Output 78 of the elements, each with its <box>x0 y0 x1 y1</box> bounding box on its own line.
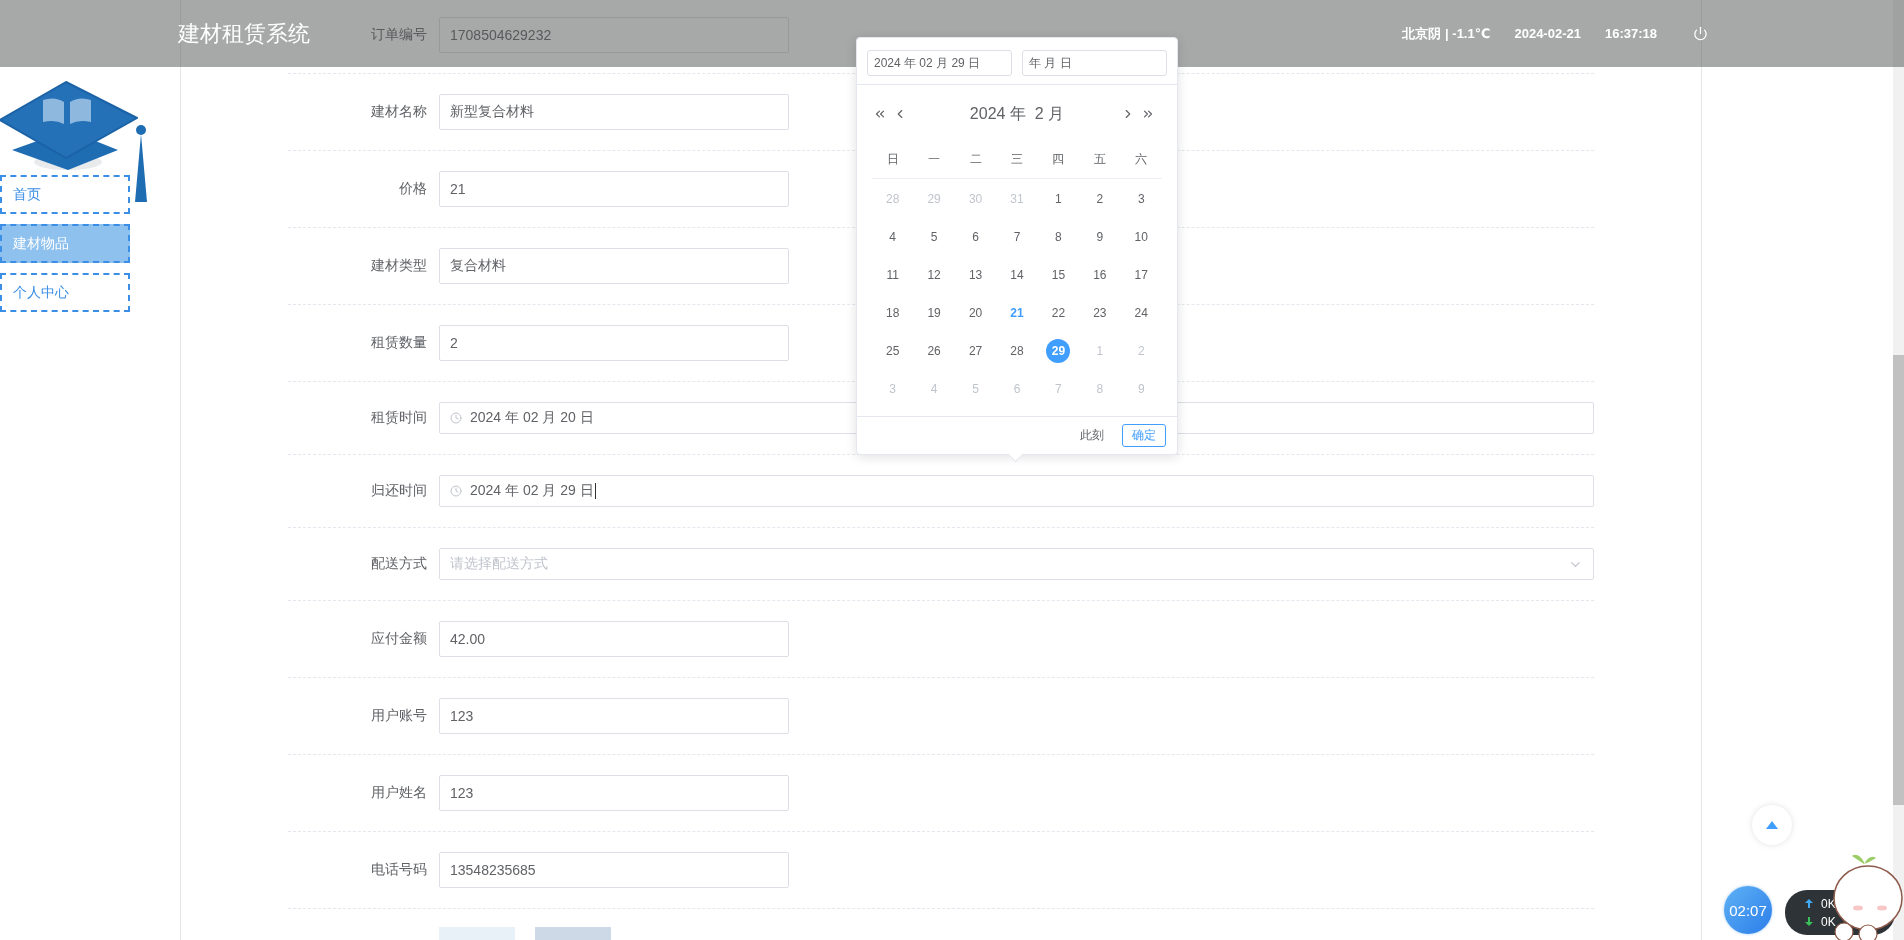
calendar-day[interactable]: 7 <box>1005 225 1029 249</box>
calendar-day[interactable]: 15 <box>1046 263 1071 287</box>
field-label: 应付金额 <box>371 630 427 648</box>
calendar-day[interactable]: 10 <box>1129 225 1154 249</box>
calendar-day[interactable]: 18 <box>880 301 905 325</box>
now-link[interactable]: 此刻 <box>1080 427 1104 444</box>
download-speed: 0K <box>1821 914 1836 929</box>
weekday-label: 二 <box>968 151 983 168</box>
field-label: 租赁时间 <box>371 409 427 427</box>
upload-speed: 0K <box>1821 896 1836 911</box>
triangle-up-icon <box>1766 821 1778 829</box>
double-right-icon[interactable] <box>1141 107 1155 121</box>
sidebar-item[interactable]: 个人中心 <box>0 273 130 312</box>
calendar-day[interactable]: 12 <box>922 263 947 287</box>
input-field[interactable]: 123 <box>439 775 789 811</box>
calendar-day[interactable]: 20 <box>963 301 988 325</box>
weekday-label: 四 <box>1051 151 1066 168</box>
calendar-day[interactable]: 27 <box>963 339 988 363</box>
date-text: 2024-02-21 <box>1514 26 1581 41</box>
calendar-day[interactable]: 8 <box>1046 225 1071 249</box>
weather-text: 北京阴 | -1.1℃ <box>1402 24 1491 43</box>
input-field[interactable]: 21 <box>439 171 789 207</box>
input-field[interactable]: 42.00 <box>439 621 789 657</box>
time-text: 16:37:18 <box>1604 26 1657 41</box>
calendar-day[interactable]: 6 <box>963 225 988 249</box>
back-to-top-button[interactable] <box>1752 805 1792 845</box>
field-label: 电话号码 <box>371 861 427 879</box>
calendar-day[interactable]: 23 <box>1087 301 1112 325</box>
calendar-day[interactable]: 14 <box>1005 263 1029 287</box>
calendar-day[interactable]: 25 <box>880 339 905 363</box>
calendar-day[interactable]: 17 <box>1129 263 1154 287</box>
input-field[interactable]: 复合材料 <box>439 248 789 284</box>
timer-badge: 02:07 <box>1724 886 1772 934</box>
calendar-day[interactable]: 11 <box>880 263 905 287</box>
start-date-input[interactable]: 2024 年 02 月 29 日 <box>867 50 1012 76</box>
weekday-label: 六 <box>1134 151 1149 168</box>
calendar-day[interactable]: 22 <box>1046 301 1071 325</box>
calendar-day[interactable]: 2 <box>1087 187 1112 211</box>
calendar-day[interactable]: 5 <box>922 225 947 249</box>
field-label: 配送方式 <box>371 555 427 573</box>
weekday-label: 五 <box>1092 151 1107 168</box>
input-field[interactable]: 新型复合材料 <box>439 94 789 130</box>
arrow-up-icon <box>1805 899 1813 908</box>
input-field[interactable]: 123 <box>439 698 789 734</box>
calendar-day[interactable]: 16 <box>1087 263 1112 287</box>
sidebar-item[interactable]: 首页 <box>0 175 130 214</box>
scrollbar[interactable] <box>1893 0 1904 940</box>
clock-icon <box>450 412 462 424</box>
clock-icon <box>450 485 462 497</box>
calendar-day[interactable]: 1 <box>1046 187 1071 211</box>
double-left-icon[interactable] <box>873 107 887 121</box>
field-label: 建材名称 <box>371 103 427 121</box>
field-label: 建材类型 <box>371 257 427 275</box>
field-label: 用户姓名 <box>371 784 427 802</box>
app-title: 建材租赁系统 <box>178 19 310 48</box>
calendar-day[interactable]: 13 <box>963 263 988 287</box>
date-field[interactable]: 2024 年 02 月 29 日 <box>439 475 1594 507</box>
weekday-label: 三 <box>1010 151 1024 168</box>
end-date-input[interactable]: 年 月 日 <box>1022 50 1167 76</box>
weekday-label: 日 <box>885 151 900 168</box>
calendar-day[interactable]: 28 <box>1005 339 1029 363</box>
arrow-down-icon <box>1805 917 1813 926</box>
field-label: 价格 <box>399 180 427 198</box>
field-label: 用户账号 <box>371 707 427 725</box>
field-label: 租赁数量 <box>371 334 427 352</box>
calendar-day[interactable]: 24 <box>1129 301 1154 325</box>
field-label: 订单编号 <box>371 26 427 44</box>
calendar-day[interactable]: 9 <box>1087 225 1112 249</box>
month-title: 2024 年 2 月 <box>968 103 1066 124</box>
field-label: 归还时间 <box>371 482 427 500</box>
calendar-day[interactable]: 26 <box>922 339 947 363</box>
calendar-day[interactable]: 4 <box>880 225 905 249</box>
calendar-day[interactable]: 19 <box>922 301 947 325</box>
input-field[interactable]: 13548235685 <box>439 852 789 888</box>
calendar-day[interactable]: 3 <box>1129 187 1154 211</box>
input-field[interactable]: 2 <box>439 325 789 361</box>
power-icon[interactable] <box>1693 26 1708 41</box>
weekday-label: 一 <box>927 151 942 168</box>
